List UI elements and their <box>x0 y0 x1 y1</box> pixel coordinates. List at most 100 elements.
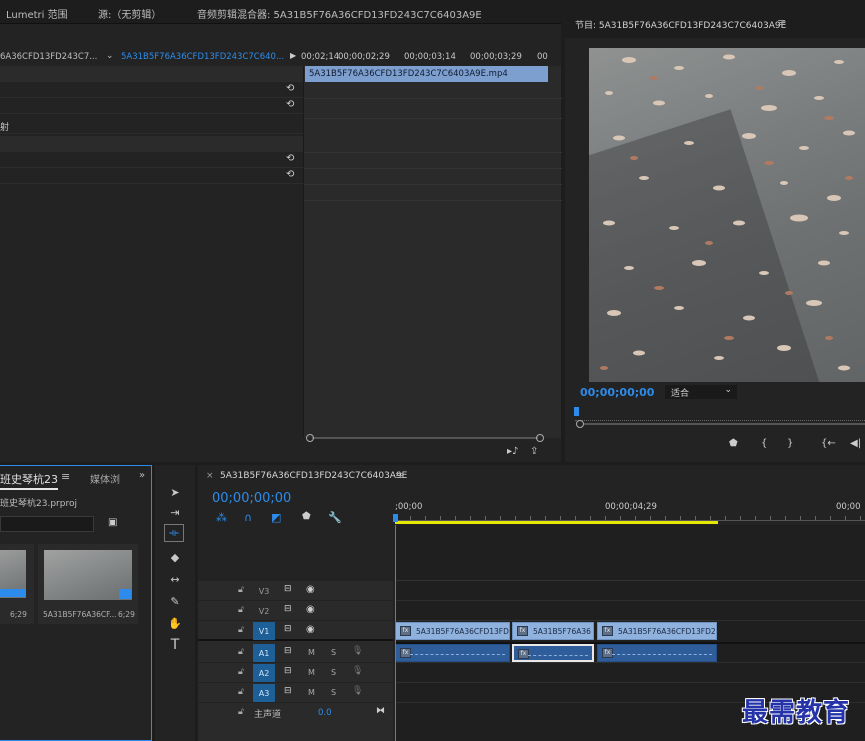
project-item-2[interactable]: 5A31B5F76A36CF... 6;29 <box>38 544 138 624</box>
audio-clip[interactable]: fx <box>597 644 717 662</box>
more-tabs-icon[interactable]: » <box>139 470 145 481</box>
reset-icon[interactable]: ⟲ <box>286 169 294 180</box>
lock-icon[interactable]: 🔓︎ <box>238 647 244 657</box>
solo-button[interactable]: S <box>331 648 336 657</box>
eye-icon[interactable]: ◉ <box>306 624 315 635</box>
sync-lock-icon[interactable]: ⊟ <box>284 646 292 656</box>
mark-in-button[interactable]: { <box>761 438 767 449</box>
reset-icon[interactable]: ⟲ <box>286 153 294 164</box>
mute-button[interactable]: M <box>308 668 315 677</box>
linked-selection-icon[interactable]: ◩ <box>271 511 281 524</box>
eye-icon[interactable]: ◉ <box>306 604 315 615</box>
type-tool-icon[interactable]: T <box>165 636 185 654</box>
step-back-button[interactable]: ◀| <box>850 438 861 449</box>
hand-tool-icon[interactable]: ✋ <box>165 614 185 632</box>
pen-tool-icon[interactable]: ✎ <box>165 592 185 610</box>
video-clip[interactable]: fx 5A31B5F76A36 <box>512 622 594 640</box>
play-icon[interactable]: ▶ <box>290 51 296 60</box>
razor-tool-icon[interactable]: ◆ <box>165 548 185 566</box>
add-marker-icon[interactable]: ⬟ <box>302 511 311 522</box>
play-audio-icon[interactable]: ▸♪ <box>507 446 518 457</box>
add-marker-icon[interactable]: ⬟ <box>729 438 738 449</box>
sync-lock-icon[interactable]: ⊟ <box>284 666 292 676</box>
microphone-icon[interactable]: 🎙︎ <box>352 666 363 676</box>
track-label[interactable]: V1 <box>253 622 275 640</box>
effect-ruler[interactable]: 00;02;14 00;00;02;29 00;00;03;14 00;00;0… <box>300 48 561 66</box>
tab-project[interactable]: 班史琴杭23 <box>0 471 58 487</box>
microphone-icon[interactable]: 🎙︎ <box>352 686 363 696</box>
mark-out-button[interactable]: } <box>787 438 793 449</box>
go-to-end-icon[interactable]: ⧓ <box>376 706 385 716</box>
work-area-bar[interactable] <box>395 521 718 524</box>
close-icon[interactable]: × <box>206 471 214 481</box>
go-to-in-button[interactable]: {← <box>821 438 836 449</box>
effect-clip-bar[interactable]: 5A31B5F76A36CFD13FD243C7C6403A9E.mp4 <box>305 66 548 82</box>
lock-icon[interactable]: 🔓︎ <box>238 585 244 595</box>
audio-clip-selected[interactable]: fx <box>512 644 594 662</box>
timeline-timecode[interactable]: 00;00;00;00 <box>212 491 291 506</box>
track-label[interactable]: V2 <box>253 602 275 620</box>
master-volume[interactable]: 0.0 <box>318 708 332 718</box>
keyframe-area[interactable]: 5A31B5F76A36CFD13FD243C7C6403A9E.mp4 <box>303 66 562 438</box>
program-title[interactable]: 节目: 5A31B5F76A36CFD13FD243C7C6403A9E <box>575 18 786 31</box>
program-ruler[interactable] <box>575 405 865 421</box>
new-bin-icon[interactable]: ▣ <box>108 517 117 528</box>
playhead-marker[interactable] <box>393 514 398 522</box>
sync-lock-icon[interactable]: ⊟ <box>284 604 292 614</box>
timeline-ruler[interactable]: ;00;00 00;00;04;29 00;00 <box>393 499 865 525</box>
sync-lock-icon[interactable]: ⊟ <box>284 624 292 634</box>
export-icon[interactable]: ⇪ <box>530 446 538 457</box>
lock-icon[interactable]: 🔓︎ <box>238 687 244 697</box>
video-clip[interactable]: fx 5A31B5F76A36CFD13FD2 <box>395 622 510 640</box>
fit-dropdown[interactable]: 适合 ⌄ <box>665 385 737 399</box>
program-playhead[interactable] <box>574 407 579 416</box>
track-label[interactable]: A1 <box>253 644 275 662</box>
zoom-scrollbar[interactable] <box>306 434 544 442</box>
panel-menu-icon[interactable]: ≡ <box>777 16 786 29</box>
wrench-icon[interactable]: 🔧 <box>328 511 342 524</box>
sync-lock-icon[interactable]: ⊟ <box>284 686 292 696</box>
reset-icon[interactable]: ⟲ <box>286 83 294 94</box>
tab-source[interactable]: 源:（无剪辑） <box>98 6 161 21</box>
nest-icon[interactable]: ⁂ <box>216 511 227 524</box>
lock-icon[interactable]: 🔓︎ <box>238 667 244 677</box>
project-search-input[interactable] <box>0 516 94 532</box>
panel-menu-icon[interactable]: ≡ <box>395 469 404 482</box>
sequence-clip-name[interactable]: 5A31B5F76A36CFD13FD243C7C640... <box>121 52 284 62</box>
chevron-down-icon[interactable]: ⌄ <box>106 51 114 61</box>
project-item-1[interactable]: 6;29 <box>0 544 34 624</box>
sync-lock-icon[interactable]: ⊟ <box>284 584 292 594</box>
scroll-handle-left[interactable] <box>306 434 314 442</box>
panel-menu-icon[interactable]: ≡ <box>61 470 70 483</box>
microphone-icon[interactable]: 🎙︎ <box>352 646 363 656</box>
lock-icon[interactable]: 🔓︎ <box>238 707 244 717</box>
track-select-tool-icon[interactable]: ⇥ <box>165 503 185 521</box>
tab-lumetri-scopes[interactable]: Lumetri 范围 <box>6 6 68 21</box>
mute-button[interactable]: M <box>308 688 315 697</box>
tab-media-browser[interactable]: 媒体浏 <box>90 471 120 486</box>
mute-button[interactable]: M <box>308 648 315 657</box>
solo-button[interactable]: S <box>331 688 336 697</box>
snap-icon[interactable]: ∩ <box>244 511 252 524</box>
solo-button[interactable]: S <box>331 668 336 677</box>
track-label[interactable]: V3 <box>253 582 275 600</box>
tab-audio-clip-mixer[interactable]: 音频剪辑混合器: 5A31B5F76A36CFD13FD243C7C6403A9… <box>197 6 482 21</box>
list-icon <box>119 589 131 599</box>
audio-clip[interactable]: fx <box>395 644 510 662</box>
reset-icon[interactable]: ⟲ <box>286 99 294 110</box>
ripple-edit-tool-icon[interactable]: ⟛ <box>164 524 184 542</box>
slip-tool-icon[interactable]: ↔ <box>165 570 185 588</box>
track-label[interactable]: A2 <box>253 664 275 682</box>
track-label[interactable]: A3 <box>253 684 275 702</box>
playhead-line[interactable] <box>395 525 396 741</box>
program-timecode[interactable]: 00;00;00;00 <box>580 386 654 399</box>
video-clip[interactable]: fx 5A31B5F76A36CFD13FD24 <box>597 622 717 640</box>
lock-icon[interactable]: 🔓︎ <box>238 605 244 615</box>
program-scroll-handle[interactable] <box>576 420 584 428</box>
lock-icon[interactable]: 🔓︎ <box>238 625 244 635</box>
leaf-scatter <box>600 54 855 371</box>
selection-tool-icon[interactable]: ➤ <box>165 483 185 501</box>
sequence-tab[interactable]: 5A31B5F76A36CFD13FD243C7C6403A9E <box>220 471 407 481</box>
eye-icon[interactable]: ◉ <box>306 584 315 595</box>
scroll-handle-right[interactable] <box>536 434 544 442</box>
